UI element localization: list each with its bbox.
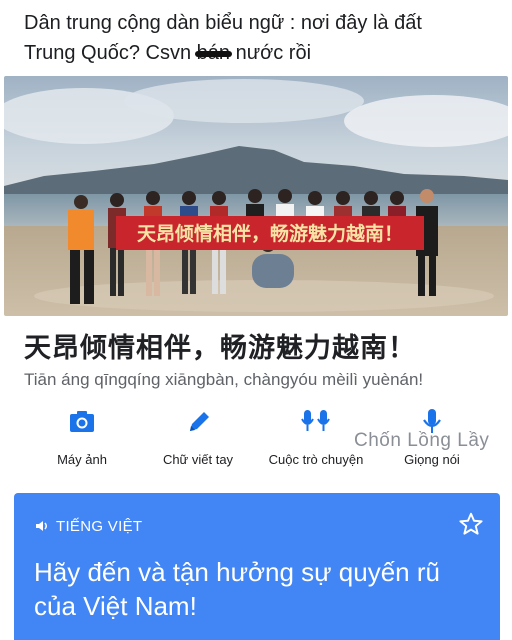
caption-line-2-end: nước rồi bbox=[230, 42, 312, 64]
pen-icon bbox=[190, 412, 209, 431]
voice-label: Giọng nói bbox=[404, 452, 460, 467]
cloud bbox=[124, 79, 364, 123]
beach-group-photo[interactable]: 天昂倾情相伴，畅游魅力越南！ bbox=[4, 76, 508, 316]
pinyin-transliteration: Tiān áng qīngqíng xiāngbàn, chàngyóu mèi… bbox=[24, 370, 424, 389]
banner-text: 天昂倾情相伴，畅游魅力越南！ bbox=[137, 222, 403, 245]
camera-label: Máy ảnh bbox=[57, 452, 107, 467]
caption-line-2-start: Trung Quốc? Csvn bbox=[24, 42, 197, 64]
watermark-text: Chốn Lồng Lầy bbox=[354, 430, 490, 451]
caption-struck-word: bán bbox=[194, 38, 233, 68]
star-icon[interactable] bbox=[458, 511, 484, 537]
camera-button[interactable]: Máy ảnh bbox=[22, 400, 142, 480]
conversation-label: Cuộc trò chuyện bbox=[268, 452, 364, 467]
camera-icon bbox=[70, 411, 94, 432]
conversation-icon bbox=[301, 410, 330, 431]
target-language-label: TIẾNG VIỆT bbox=[56, 517, 143, 535]
speaker-icon[interactable] bbox=[34, 518, 50, 534]
handwriting-label: Chữ viết tay bbox=[162, 452, 234, 467]
source-text[interactable]: 天昂倾情相伴，畅游魅力越南！ bbox=[24, 326, 416, 365]
photo-illustration: 天昂倾情相伴，畅游魅力越南！ bbox=[4, 76, 508, 316]
handwriting-button[interactable]: Chữ viết tay bbox=[138, 400, 258, 480]
target-language-row[interactable]: TIẾNG VIỆT bbox=[34, 517, 142, 535]
caption-line-1: Dân trung cộng dàn biểu ngữ : nơi đây là… bbox=[24, 12, 422, 34]
translated-text[interactable]: Hãy đến và tận hưởng sự quyến rũ của Việ… bbox=[34, 555, 474, 623]
translation-card[interactable]: TIẾNG VIỆT Hãy đến và tận hưởng sự quyến… bbox=[14, 493, 500, 640]
caption-line-2: Trung Quốc? Csvn bán nước rồi bbox=[24, 38, 494, 68]
post-caption: Dân trung cộng dàn biểu ngữ : nơi đây là… bbox=[24, 8, 494, 68]
